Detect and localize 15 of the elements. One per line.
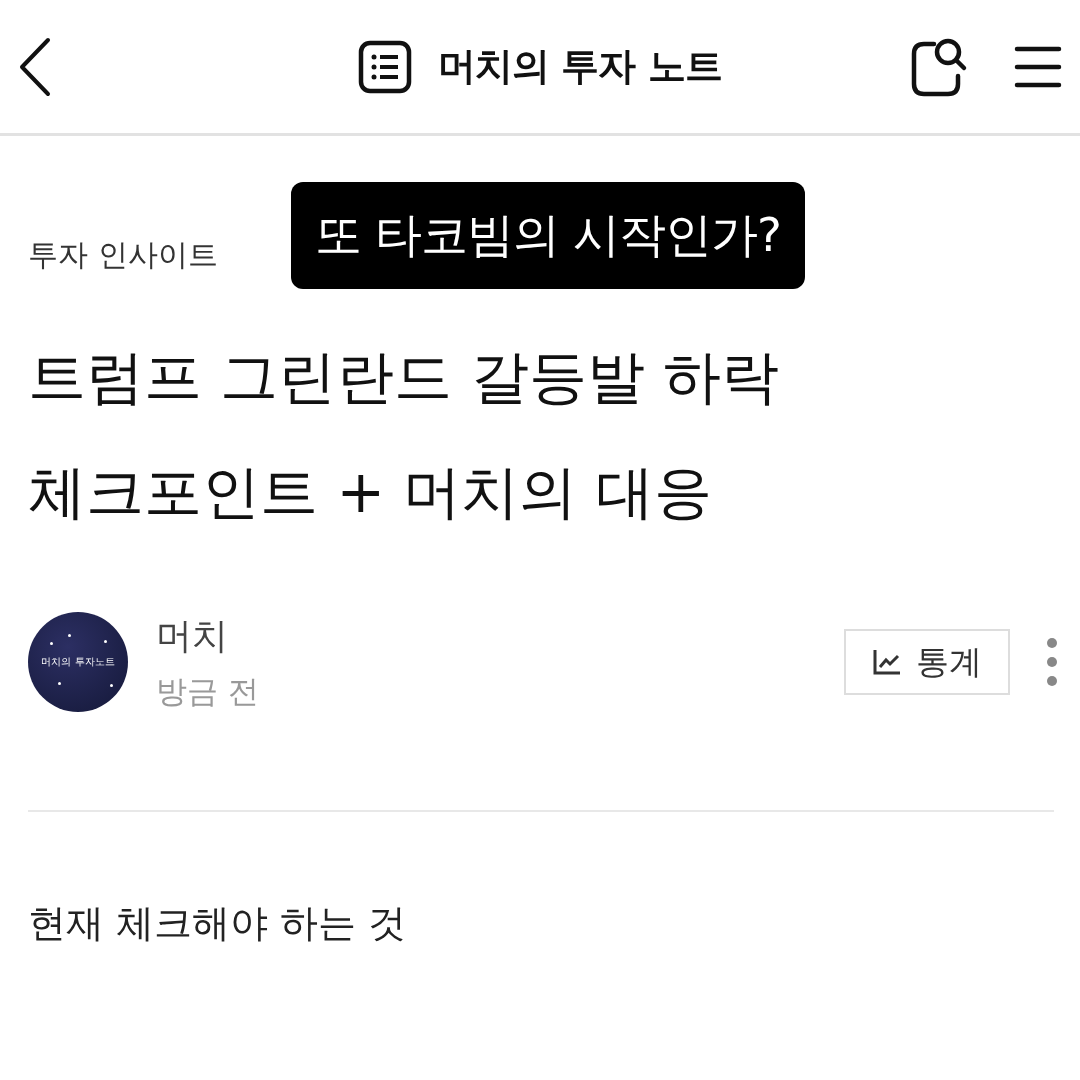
back-icon[interactable]: [18, 36, 52, 97]
author-name[interactable]: 머치: [156, 611, 259, 661]
caption-overlay: 또 타코빔의 시작인가?: [291, 182, 805, 289]
post-time: 방금 전: [156, 671, 259, 711]
chart-icon: [872, 648, 902, 676]
list-icon: [358, 39, 413, 94]
more-icon[interactable]: [1046, 637, 1058, 687]
post-title-line: 트럼프 그린란드 갈등발 하락: [28, 342, 781, 413]
body-paragraph: 현재 체크해야 하는 것: [28, 900, 408, 947]
menu-icon[interactable]: [1014, 44, 1062, 89]
avatar-text: 머치의 투자노트: [41, 655, 115, 669]
post-title-line: 체크포인트 + 머치의 대응: [28, 457, 713, 528]
stats-button[interactable]: 통계: [844, 629, 1010, 695]
blog-title: 머치의 투자 노트: [438, 43, 722, 90]
avatar[interactable]: 머치의 투자노트: [28, 612, 128, 712]
